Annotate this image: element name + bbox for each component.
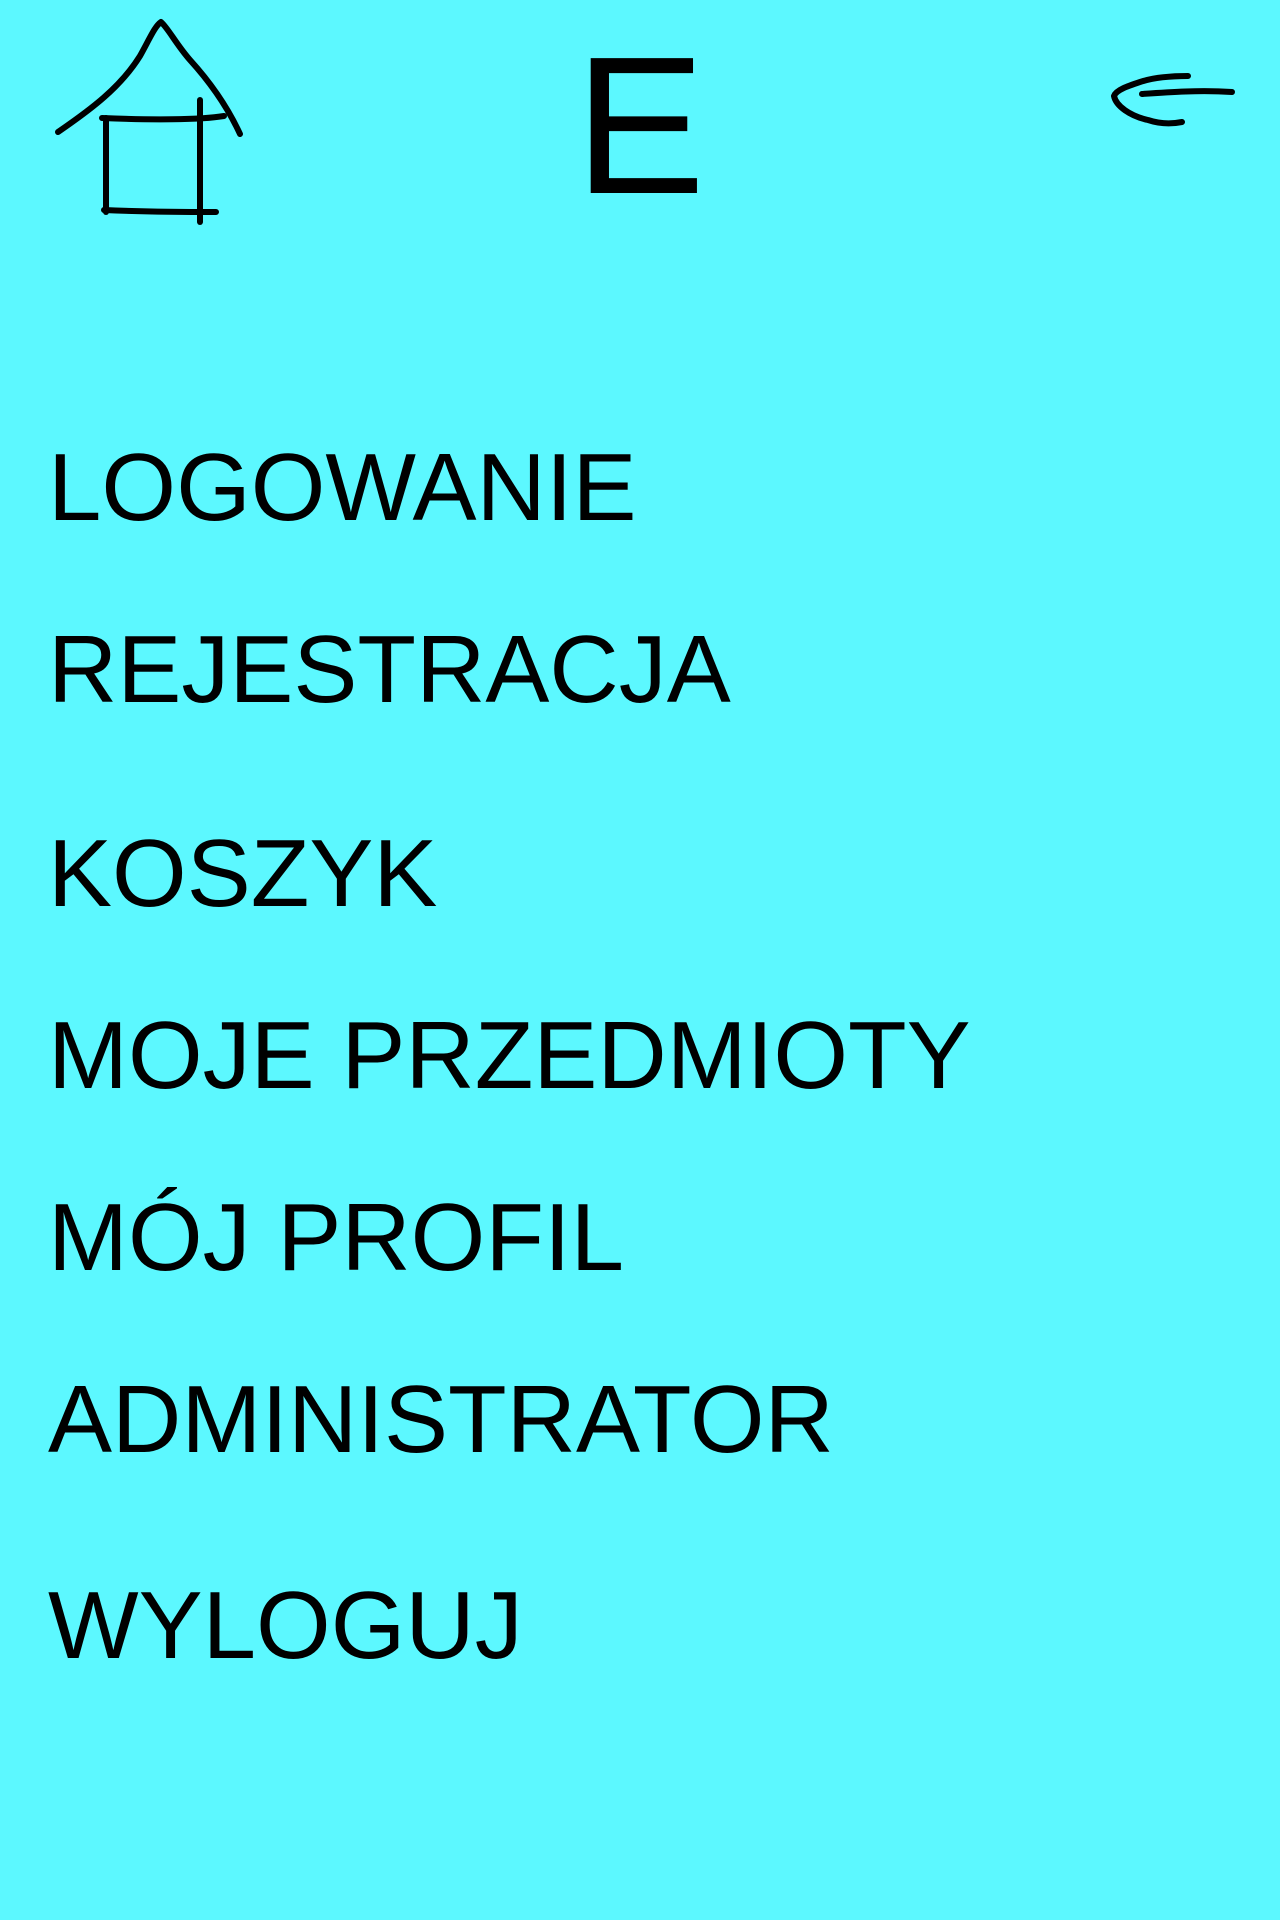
menu-item-logowanie[interactable]: LOGOWANIE	[48, 440, 637, 536]
menu-item-moj-profil[interactable]: MÓJ PROFIL	[48, 1190, 624, 1286]
menu-item-koszyk[interactable]: KOSZYK	[48, 826, 437, 922]
menu-item-administrator[interactable]: ADMINISTRATOR	[48, 1372, 834, 1468]
main-menu: LOGOWANIE REJESTRACJA KOSZYK MOJE PRZEDM…	[48, 0, 1248, 1920]
menu-item-rejestracja[interactable]: REJESTRACJA	[48, 622, 731, 718]
menu-item-moje-przedmioty[interactable]: MOJE PRZEDMIOTY	[48, 1008, 971, 1104]
menu-item-wyloguj[interactable]: WYLOGUJ	[48, 1578, 523, 1674]
